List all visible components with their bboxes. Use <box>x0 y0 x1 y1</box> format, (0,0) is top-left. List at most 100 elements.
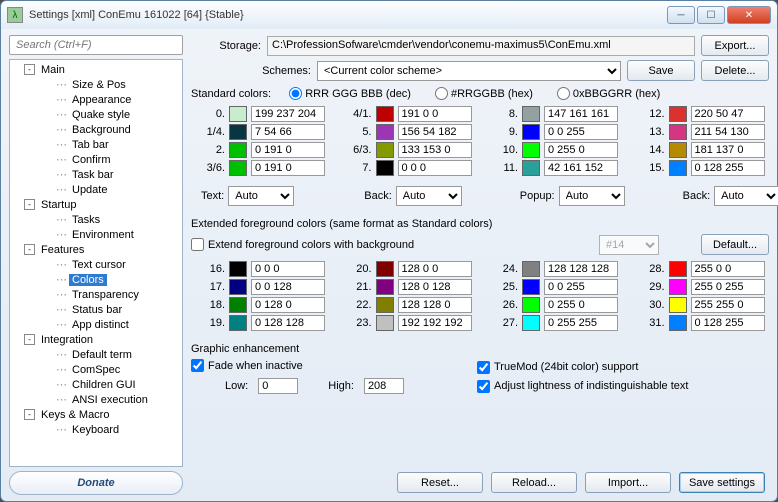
color-value-input[interactable] <box>251 261 325 277</box>
tree-item-text-cursor[interactable]: ⋯Text cursor <box>10 257 182 272</box>
color-swatch[interactable] <box>376 297 394 313</box>
category-tree[interactable]: -Main⋯Size & Pos⋯Appearance⋯Quake style⋯… <box>9 59 183 467</box>
tree-item-features[interactable]: -Features <box>10 242 182 257</box>
reset-button[interactable]: Reset... <box>397 472 483 493</box>
color-value-input[interactable] <box>544 279 618 295</box>
donate-button[interactable]: Donate <box>9 471 183 495</box>
color-value-input[interactable] <box>398 142 472 158</box>
export-button[interactable]: Export... <box>701 35 769 56</box>
color-value-input[interactable] <box>691 142 765 158</box>
color-swatch[interactable] <box>669 279 687 295</box>
color-value-input[interactable] <box>398 124 472 140</box>
tree-item-environment[interactable]: ⋯Environment <box>10 227 182 242</box>
color-swatch[interactable] <box>229 279 247 295</box>
color-swatch[interactable] <box>522 124 540 140</box>
tree-item-main[interactable]: -Main <box>10 62 182 77</box>
color-swatch[interactable] <box>522 160 540 176</box>
color-value-input[interactable] <box>691 315 765 331</box>
color-value-input[interactable] <box>251 279 325 295</box>
truemod-checkbox[interactable]: TrueMod (24bit color) support <box>477 361 688 374</box>
fade-low-input[interactable] <box>258 378 298 394</box>
color-swatch[interactable] <box>669 124 687 140</box>
color-swatch[interactable] <box>669 297 687 313</box>
color-swatch[interactable] <box>376 160 394 176</box>
color-swatch[interactable] <box>376 142 394 158</box>
color-swatch[interactable] <box>376 106 394 122</box>
color-swatch[interactable] <box>669 160 687 176</box>
color-swatch[interactable] <box>669 261 687 277</box>
color-swatch[interactable] <box>229 315 247 331</box>
extend-fg-checkbox[interactable]: Extend foreground colors with background <box>191 238 414 251</box>
fade-checkbox[interactable]: Fade when inactive <box>191 359 471 372</box>
schemes-combo[interactable]: <Current color scheme> <box>317 61 621 81</box>
tree-item-tab-bar[interactable]: ⋯Tab bar <box>10 137 182 152</box>
color-swatch[interactable] <box>229 124 247 140</box>
maximize-button[interactable]: ☐ <box>697 6 725 24</box>
save-settings-button[interactable]: Save settings <box>679 472 765 493</box>
color-value-input[interactable] <box>398 106 472 122</box>
scheme-save-button[interactable]: Save <box>627 60 695 81</box>
color-value-input[interactable] <box>691 160 765 176</box>
default-button[interactable]: Default... <box>701 234 769 255</box>
color-swatch[interactable] <box>522 106 540 122</box>
popup-color-combo[interactable]: Auto <box>559 186 625 206</box>
color-value-input[interactable] <box>691 261 765 277</box>
color-value-input[interactable] <box>398 279 472 295</box>
adjust-lightness-checkbox[interactable]: Adjust lightness of indistinguishable te… <box>477 380 688 393</box>
color-swatch[interactable] <box>669 142 687 158</box>
color-value-input[interactable] <box>398 297 472 313</box>
color-value-input[interactable] <box>691 297 765 313</box>
tree-item-transparency[interactable]: ⋯Transparency <box>10 287 182 302</box>
tree-item-size-pos[interactable]: ⋯Size & Pos <box>10 77 182 92</box>
search-input[interactable] <box>9 35 183 55</box>
radio-hex2[interactable]: 0xBBGGRR (hex) <box>557 87 660 100</box>
fade-high-input[interactable] <box>364 378 404 394</box>
color-swatch[interactable] <box>522 297 540 313</box>
color-value-input[interactable] <box>544 124 618 140</box>
color-swatch[interactable] <box>376 261 394 277</box>
color-swatch[interactable] <box>229 261 247 277</box>
tree-item-tasks[interactable]: ⋯Tasks <box>10 212 182 227</box>
tree-item-keyboard[interactable]: ⋯Keyboard <box>10 422 182 437</box>
color-value-input[interactable] <box>691 279 765 295</box>
color-swatch[interactable] <box>376 315 394 331</box>
color-swatch[interactable] <box>229 160 247 176</box>
scheme-delete-button[interactable]: Delete... <box>701 60 769 81</box>
popup-back-combo[interactable]: Auto <box>714 186 778 206</box>
tree-item-default-term[interactable]: ⋯Default term <box>10 347 182 362</box>
color-value-input[interactable] <box>691 124 765 140</box>
tree-item-integration[interactable]: -Integration <box>10 332 182 347</box>
tree-item-status-bar[interactable]: ⋯Status bar <box>10 302 182 317</box>
close-button[interactable]: ✕ <box>727 6 771 24</box>
radio-dec[interactable]: RRR GGG BBB (dec) <box>289 87 411 100</box>
color-swatch[interactable] <box>522 261 540 277</box>
color-swatch[interactable] <box>522 279 540 295</box>
text-color-combo[interactable]: Auto <box>228 186 294 206</box>
color-value-input[interactable] <box>544 106 618 122</box>
tree-item-ansi-execution[interactable]: ⋯ANSI execution <box>10 392 182 407</box>
color-swatch[interactable] <box>669 315 687 331</box>
color-value-input[interactable] <box>251 124 325 140</box>
tree-item-children-gui[interactable]: ⋯Children GUI <box>10 377 182 392</box>
color-swatch[interactable] <box>669 106 687 122</box>
tree-item-comspec[interactable]: ⋯ComSpec <box>10 362 182 377</box>
import-button[interactable]: Import... <box>585 472 671 493</box>
tree-item-quake-style[interactable]: ⋯Quake style <box>10 107 182 122</box>
tree-item-colors[interactable]: ⋯Colors <box>10 272 182 287</box>
tree-item-background[interactable]: ⋯Background <box>10 122 182 137</box>
color-value-input[interactable] <box>251 297 325 313</box>
color-value-input[interactable] <box>544 315 618 331</box>
color-value-input[interactable] <box>544 160 618 176</box>
color-value-input[interactable] <box>398 160 472 176</box>
color-value-input[interactable] <box>544 142 618 158</box>
color-value-input[interactable] <box>398 315 472 331</box>
color-swatch[interactable] <box>376 124 394 140</box>
color-value-input[interactable] <box>251 142 325 158</box>
color-value-input[interactable] <box>251 106 325 122</box>
tree-item-task-bar[interactable]: ⋯Task bar <box>10 167 182 182</box>
color-swatch[interactable] <box>229 142 247 158</box>
minimize-button[interactable]: ─ <box>667 6 695 24</box>
color-swatch[interactable] <box>229 297 247 313</box>
tree-item-update[interactable]: ⋯Update <box>10 182 182 197</box>
tree-item-startup[interactable]: -Startup <box>10 197 182 212</box>
